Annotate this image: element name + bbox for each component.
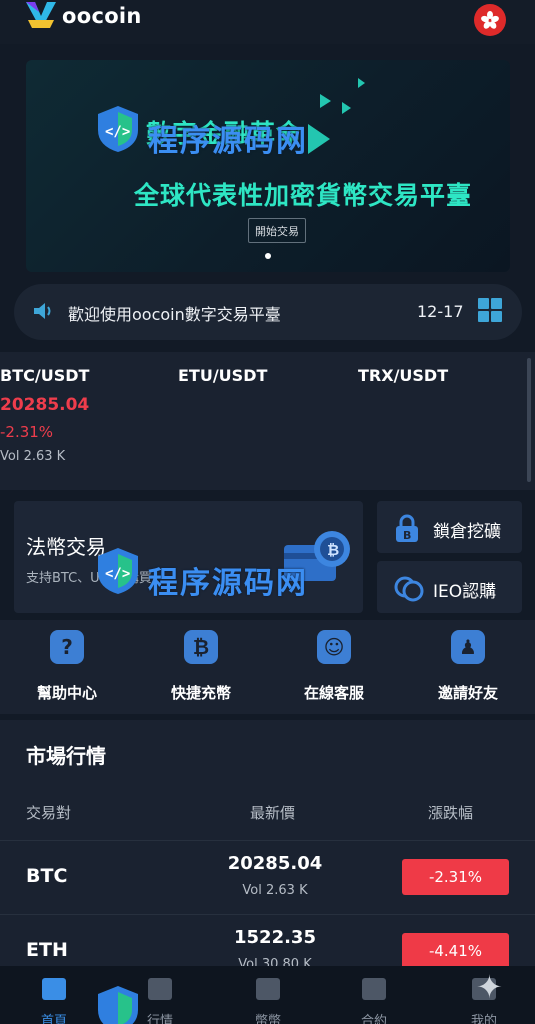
column-header-pair: 交易對	[26, 804, 72, 822]
nav-home[interactable]: 首頁	[14, 978, 94, 1024]
market-change-badge: -4.41%	[402, 933, 509, 969]
nav-label: 我的	[470, 1014, 497, 1024]
lock-mining-label: 鎖倉挖礦	[433, 522, 501, 542]
ticker-pair: ETU/USDT	[178, 366, 268, 385]
ticker-btc[interactable]: BTC/USDT 20285.04 -2.31% Vol 2.63 K	[0, 366, 89, 464]
support-agent-icon: ☺	[317, 630, 351, 664]
svg-text:₿: ₿	[327, 541, 339, 559]
lock-icon: B	[396, 514, 418, 542]
home-icon	[42, 978, 66, 1000]
triangle-decor-icon	[342, 102, 351, 114]
grid-icon[interactable]	[478, 298, 502, 322]
market-volume: Vol 2.63 K	[242, 883, 308, 898]
exchange-icon	[256, 978, 280, 1000]
market-symbol: ETH	[26, 939, 68, 961]
credit-card-bitcoin-icon: ₿	[284, 531, 350, 581]
fiat-title: 法幣交易	[26, 535, 106, 559]
sparkle-icon: ✦	[476, 968, 503, 1006]
ieo-subscribe-button[interactable]: IEO認購	[377, 561, 522, 613]
nav-label: 首頁	[40, 1014, 67, 1024]
ieo-label: IEO認購	[433, 582, 497, 602]
column-header-price: 最新價	[250, 804, 296, 822]
language-flag-icon[interactable]	[474, 4, 506, 36]
quick-link-label: 邀請好友	[437, 684, 498, 702]
bauhinia-icon	[481, 11, 499, 29]
ticker-etu[interactable]: ETU/USDT	[178, 366, 267, 385]
quick-links: ? 幫助中心 ₿ 快捷充幣 ☺ 在線客服 ♟ 邀請好友	[0, 620, 535, 714]
fiat-subtitle: 支持BTC、USDT購買	[26, 571, 152, 586]
bottom-nav: 首頁 行情 幣幣 合約 我的	[0, 966, 535, 1024]
announcement-text[interactable]: 歡迎使用oocoin數字交易平臺	[68, 301, 281, 325]
market-price: 20285.04	[227, 853, 323, 874]
nav-label: 幣幣	[254, 1014, 281, 1024]
ticker-volume: Vol 2.63 K	[0, 449, 66, 464]
speaker-icon	[34, 303, 51, 319]
start-trading-button[interactable]: 開始交易	[248, 218, 306, 243]
ticker-price: 20285.04	[0, 395, 90, 415]
ticker-strip: BTC/USDT 20285.04 -2.31% Vol 2.63 K ETU/…	[0, 352, 535, 490]
app-header: oocoin	[0, 0, 535, 44]
promo-banner[interactable]: 數字金融革命 全球代表性加密貨幣交易平臺 開始交易	[26, 60, 510, 272]
svg-text:B: B	[403, 529, 411, 542]
contract-icon	[362, 978, 386, 1000]
ticker-trx[interactable]: TRX/USDT	[358, 366, 448, 385]
column-header-change: 漲跌幅	[428, 804, 474, 822]
oocoin-logo-icon	[26, 2, 56, 28]
nav-market[interactable]: 行情	[120, 978, 200, 1024]
invite-friends-link[interactable]: ♟ 邀請好友	[413, 630, 523, 703]
ticker-pair: TRX/USDT	[358, 366, 449, 385]
lock-mining-button[interactable]: B 鎖倉挖礦	[377, 501, 522, 553]
fiat-trading-card[interactable]: 法幣交易 支持BTC、USDT購買 ₿	[14, 501, 363, 613]
carousel-indicator[interactable]	[265, 253, 271, 259]
help-icon: ?	[50, 630, 84, 664]
nav-label: 合約	[360, 1014, 387, 1024]
banner-subheadline: 全球代表性加密貨幣交易平臺	[134, 181, 473, 210]
nav-contract[interactable]: 合約	[334, 978, 414, 1024]
brand-name: oocoin	[62, 4, 142, 28]
market-symbol: BTC	[26, 865, 68, 887]
online-support-link[interactable]: ☺ 在線客服	[279, 630, 389, 703]
bitcoin-icon: ₿	[184, 630, 218, 664]
chart-icon	[148, 978, 172, 1000]
market-change-badge: -2.31%	[402, 859, 509, 895]
ticker-pair: BTC/USDT	[0, 366, 90, 385]
ticker-change: -2.31%	[0, 423, 54, 441]
triangle-decor-icon	[320, 94, 331, 108]
help-center-link[interactable]: ? 幫助中心	[12, 630, 122, 703]
quick-link-label: 快捷充幣	[170, 684, 231, 702]
announcement-date: 12-17	[417, 302, 464, 321]
quick-link-label: 在線客服	[303, 684, 364, 702]
quick-deposit-link[interactable]: ₿ 快捷充幣	[146, 630, 256, 703]
market-row[interactable]: BTC 20285.04 Vol 2.63 K -2.31%	[0, 840, 535, 914]
announcement-bar[interactable]: 歡迎使用oocoin數字交易平臺 12-17	[14, 284, 522, 340]
nav-exchange[interactable]: 幣幣	[228, 978, 308, 1024]
banner-headline: 數字金融革命	[146, 119, 303, 148]
triangle-decor-icon	[358, 78, 365, 88]
market-title: 市場行情	[26, 744, 106, 768]
coins-icon	[394, 576, 424, 602]
play-triangle-icon	[308, 124, 330, 154]
ticker-scrollbar[interactable]	[527, 358, 531, 482]
quick-link-label: 幫助中心	[36, 684, 97, 702]
market-price: 1522.35	[234, 927, 316, 948]
nav-label: 行情	[146, 1014, 173, 1024]
invite-user-icon: ♟	[451, 630, 485, 664]
